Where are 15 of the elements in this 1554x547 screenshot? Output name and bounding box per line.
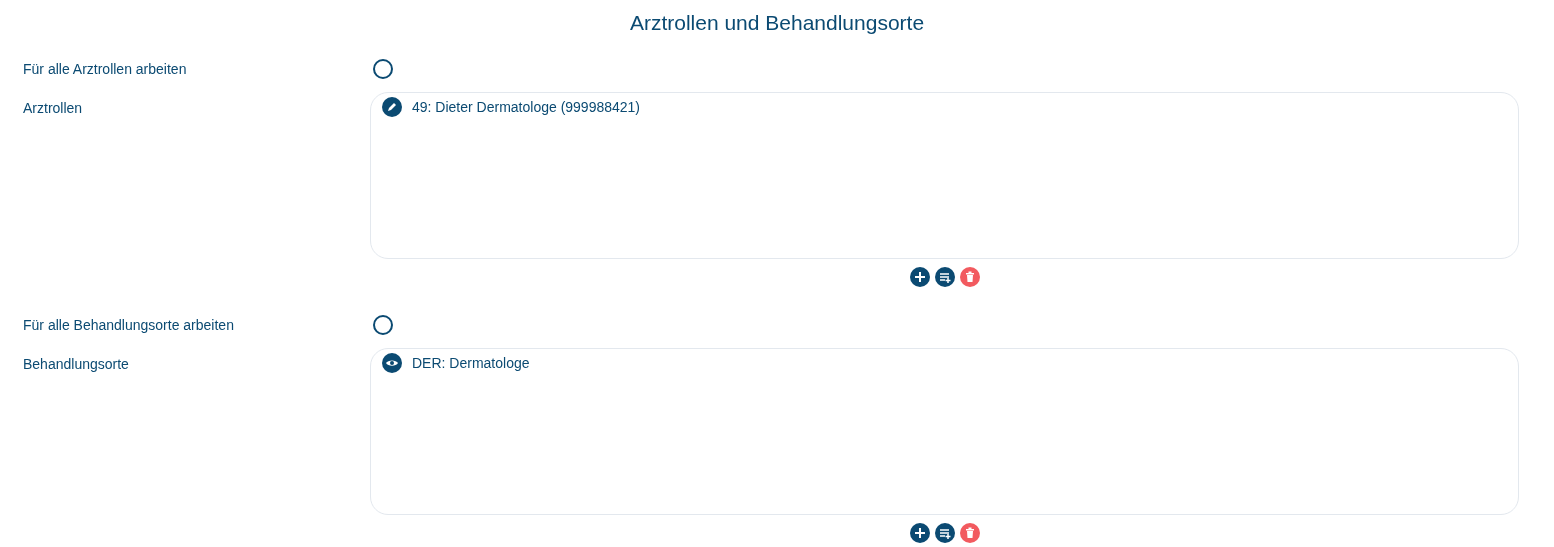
toggle-label: Für alle Arztrollen arbeiten — [22, 59, 188, 79]
page-title: Arztrollen und Behandlungsorte — [629, 10, 925, 36]
list-label: Arztrollen — [23, 100, 83, 116]
list-item[interactable]: DER: Dermatologe — [412, 352, 530, 374]
toggle-label: Für alle Behandlungsorte arbeiten — [22, 315, 235, 335]
add-icon[interactable] — [909, 523, 930, 543]
list-label: Behandlungsorte — [23, 356, 129, 372]
add-icon[interactable] — [909, 267, 930, 287]
list-item[interactable]: 49: Dieter Dermatologe (999988421) — [412, 96, 641, 118]
list-add-icon[interactable] — [934, 523, 955, 543]
eye-icon[interactable] — [382, 353, 402, 373]
list-add-icon[interactable] — [934, 267, 955, 287]
radio-button[interactable] — [373, 59, 393, 79]
pencil-icon[interactable] — [382, 97, 402, 117]
radio-button[interactable] — [373, 315, 393, 335]
